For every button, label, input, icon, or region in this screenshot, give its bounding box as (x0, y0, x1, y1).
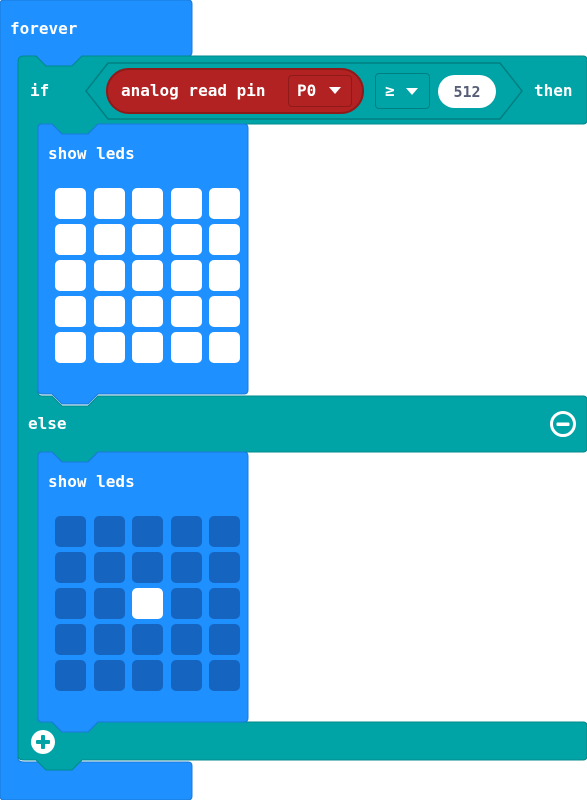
led-cell[interactable] (55, 260, 86, 291)
analog-read-pin-block[interactable]: analog read pin P0 (106, 68, 364, 114)
led-cell[interactable] (93, 660, 125, 691)
if-label: if (30, 81, 50, 100)
led-cell[interactable] (209, 516, 240, 547)
led-cell[interactable] (209, 224, 240, 255)
led-cell[interactable] (132, 516, 163, 547)
led-cell[interactable] (93, 296, 125, 327)
led-cell[interactable] (55, 332, 86, 363)
led-cell[interactable] (93, 332, 125, 363)
led-cell[interactable] (93, 260, 125, 291)
triangle-down-icon (406, 88, 418, 95)
led-cell[interactable] (170, 588, 202, 619)
led-cell[interactable] (209, 332, 240, 363)
led-cell[interactable] (132, 260, 163, 291)
led-cell[interactable] (170, 296, 202, 327)
led-cell[interactable] (93, 552, 125, 583)
led-cell[interactable] (170, 624, 202, 655)
led-cell[interactable] (170, 660, 202, 691)
led-cell[interactable] (209, 588, 240, 619)
led-cell[interactable] (93, 188, 125, 219)
led-cell[interactable] (55, 296, 86, 327)
led-cell[interactable] (93, 588, 125, 619)
triangle-down-icon (329, 87, 341, 94)
pin-value: P0 (297, 81, 317, 100)
led-cell[interactable] (55, 660, 86, 691)
led-cell[interactable] (55, 552, 86, 583)
led-cell[interactable] (55, 588, 86, 619)
minus-circle-icon[interactable] (549, 410, 577, 438)
operator-value: ≥ (385, 81, 395, 100)
led-cell[interactable] (209, 188, 240, 219)
operator-dropdown[interactable]: ≥ (375, 73, 430, 109)
led-cell[interactable] (209, 296, 240, 327)
led-cell[interactable] (132, 224, 163, 255)
forever-label: forever (10, 19, 78, 38)
led-cell[interactable] (170, 516, 202, 547)
led-cell[interactable] (209, 552, 240, 583)
led-cell[interactable] (170, 552, 202, 583)
show-leds-label-else: show leds (48, 472, 135, 491)
led-cell[interactable] (170, 224, 202, 255)
analog-read-pin-label: analog read pin (121, 81, 266, 100)
led-cell[interactable] (170, 260, 202, 291)
led-cell[interactable] (132, 296, 163, 327)
led-cell[interactable] (170, 332, 202, 363)
led-cell[interactable] (209, 260, 240, 291)
led-cell[interactable] (132, 660, 163, 691)
led-cell[interactable] (55, 224, 86, 255)
plus-circle-icon[interactable] (29, 728, 57, 756)
then-label: then (534, 81, 573, 100)
led-cell[interactable] (209, 624, 240, 655)
led-cell[interactable] (132, 552, 163, 583)
led-cell[interactable] (55, 624, 86, 655)
threshold-input[interactable]: 512 (438, 75, 496, 108)
threshold-value: 512 (453, 83, 481, 101)
led-cell[interactable] (132, 624, 163, 655)
led-cell[interactable] (55, 516, 86, 547)
led-cell[interactable] (209, 660, 240, 691)
led-cell[interactable] (170, 188, 202, 219)
show-leds-label-if: show leds (48, 144, 135, 163)
led-cell[interactable] (93, 624, 125, 655)
led-cell[interactable] (55, 188, 86, 219)
led-cell[interactable] (132, 188, 163, 219)
else-label: else (28, 414, 67, 433)
led-cell[interactable] (132, 332, 163, 363)
block-canvas (0, 0, 587, 800)
led-cell[interactable] (93, 516, 125, 547)
led-cell[interactable] (132, 588, 163, 619)
pin-dropdown[interactable]: P0 (288, 75, 352, 107)
led-cell[interactable] (93, 224, 125, 255)
